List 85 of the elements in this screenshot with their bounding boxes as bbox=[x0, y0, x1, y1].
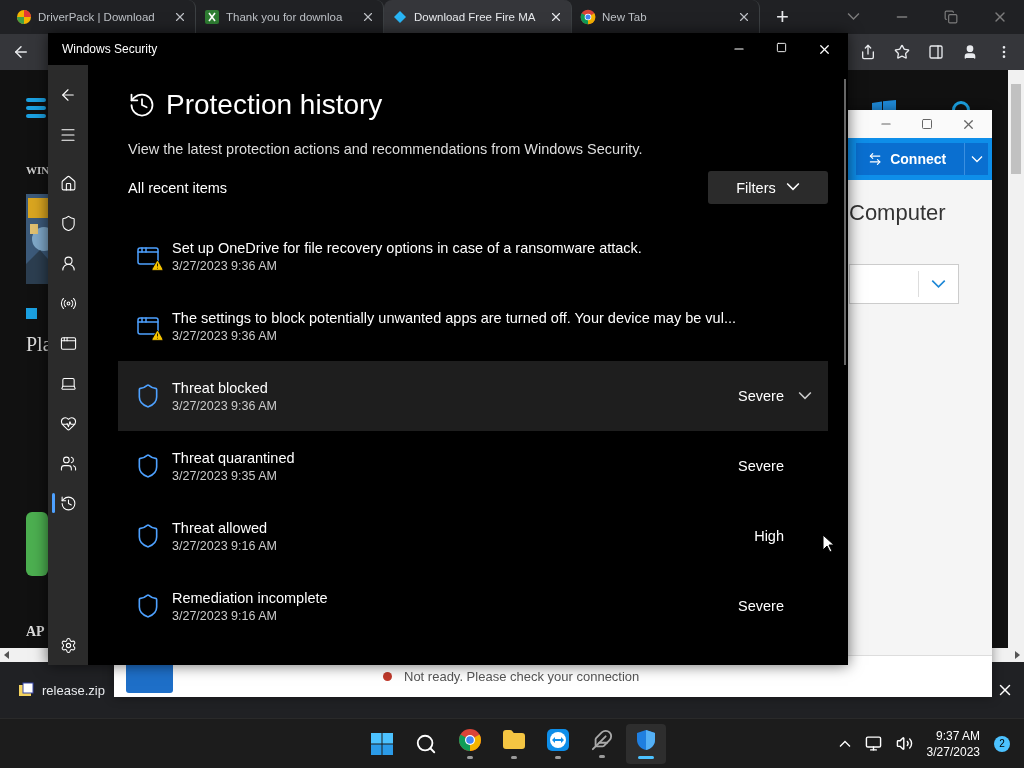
item-time: 3/27/2023 9:16 AM bbox=[172, 538, 278, 553]
item-time: 3/27/2023 9:36 AM bbox=[172, 328, 278, 343]
chevron-up-icon[interactable] bbox=[838, 740, 851, 747]
filters-button[interactable]: Filters bbox=[708, 171, 828, 204]
item-title: Threat quarantined bbox=[172, 449, 296, 466]
chevron-down-icon[interactable] bbox=[798, 391, 812, 401]
severity-label: Severe bbox=[737, 458, 784, 474]
heart-pulse-icon bbox=[59, 414, 77, 432]
severity-label: High bbox=[753, 528, 784, 544]
clock[interactable]: 9:37 AM 3/27/2023 bbox=[926, 727, 980, 760]
profile-icon[interactable] bbox=[962, 44, 978, 60]
item-title: Remediation incomplete bbox=[172, 589, 329, 606]
cursor-icon bbox=[822, 534, 834, 553]
page-description: View the latest protection actions and recommendations from Windows Security. bbox=[128, 141, 644, 157]
close-icon[interactable] bbox=[549, 10, 563, 24]
item-title: Threat allowed bbox=[172, 519, 269, 536]
window-title: Windows Security bbox=[62, 42, 158, 56]
history-icon bbox=[59, 494, 77, 512]
shield-icon bbox=[59, 214, 77, 232]
app-window-icon bbox=[59, 334, 77, 352]
shield-icon bbox=[634, 728, 658, 752]
status-dot bbox=[383, 672, 392, 681]
item-time: 3/27/2023 9:16 AM bbox=[172, 608, 278, 623]
item-title: Threat blocked bbox=[172, 379, 269, 396]
item-title: Set up OneDrive for file recovery options in case of a ransomware attack. bbox=[172, 239, 643, 256]
side-panel-icon[interactable] bbox=[928, 44, 944, 60]
maximize-icon[interactable] bbox=[921, 118, 933, 130]
partner-id-field[interactable] bbox=[849, 264, 959, 304]
history-item[interactable]: Threat quarantined 3/27/2023 9:35 AM Severe bbox=[118, 431, 828, 501]
page-title: Protection history bbox=[166, 89, 383, 121]
chevron-down-icon bbox=[931, 279, 946, 289]
close-icon[interactable] bbox=[737, 10, 751, 24]
download-button[interactable] bbox=[26, 512, 48, 576]
chrome-icon bbox=[458, 728, 482, 752]
menu-icon[interactable] bbox=[26, 98, 46, 118]
close-icon[interactable] bbox=[173, 10, 187, 24]
history-item[interactable]: The settings to block potentially unwanted apps are turned off. Your device may be vul... 3/27/2023 9:36 AM bbox=[118, 291, 828, 361]
people-icon bbox=[59, 454, 77, 472]
star-icon[interactable] bbox=[894, 44, 910, 60]
flag-icon bbox=[26, 308, 37, 319]
notification-badge[interactable]: 2 bbox=[994, 735, 1010, 752]
volume-icon[interactable] bbox=[895, 735, 913, 752]
folder-icon bbox=[502, 728, 526, 752]
taskbar-app[interactable] bbox=[626, 723, 666, 764]
history-item[interactable]: Threat blocked 3/27/2023 9:36 AM Severe bbox=[118, 361, 828, 431]
person-icon bbox=[59, 254, 77, 272]
panel-heading: Computer bbox=[849, 200, 947, 226]
status-text: Not ready. Please check your connection bbox=[404, 669, 640, 684]
zip-file-icon bbox=[18, 682, 34, 698]
diamond-icon bbox=[392, 9, 408, 25]
back-icon[interactable] bbox=[59, 86, 77, 104]
back-icon[interactable] bbox=[12, 43, 30, 61]
windows-logo-icon bbox=[370, 731, 394, 756]
close-icon[interactable] bbox=[361, 10, 375, 24]
feather-icon bbox=[591, 729, 613, 751]
spreadsheet-icon bbox=[204, 9, 220, 25]
history-item[interactable]: Threat allowed 3/27/2023 9:16 AM High bbox=[118, 501, 828, 571]
chevron-down-icon bbox=[970, 155, 983, 163]
menu-icon[interactable] bbox=[59, 126, 77, 144]
item-time: 3/27/2023 9:36 AM bbox=[172, 398, 278, 413]
new-tab-button[interactable]: + bbox=[770, 4, 795, 30]
browser-tab[interactable]: Download Free Fire MA bbox=[384, 0, 572, 34]
restore-icon[interactable] bbox=[944, 10, 958, 24]
driverpack-icon bbox=[16, 9, 32, 25]
share-icon[interactable] bbox=[860, 44, 876, 60]
severity-label: Severe bbox=[737, 598, 784, 614]
arrows-icon bbox=[868, 150, 883, 168]
chevron-down-icon bbox=[785, 183, 800, 192]
home-icon bbox=[59, 174, 77, 192]
settings-icon[interactable] bbox=[59, 636, 77, 654]
history-item[interactable]: Remediation incomplete 3/27/2023 9:16 AM Severe bbox=[118, 571, 828, 641]
connect-button[interactable]: Connect bbox=[856, 143, 988, 175]
chrome-icon bbox=[580, 9, 596, 25]
download-item[interactable]: release.zip bbox=[18, 662, 105, 718]
page-subheading: AP bbox=[26, 624, 46, 640]
section-label: WIN bbox=[26, 164, 51, 176]
item-title: The settings to block potentially unwanted apps are turned off. Your device may be vul... bbox=[172, 309, 737, 326]
item-time: 3/27/2023 9:36 AM bbox=[172, 258, 278, 273]
history-icon bbox=[128, 91, 156, 119]
history-item[interactable]: Set up OneDrive for file recovery options in case of a ransomware attack. 3/27/2023 9:36 AM bbox=[118, 221, 828, 291]
scrollbar[interactable] bbox=[1008, 70, 1024, 648]
section-label: All recent items bbox=[128, 179, 228, 196]
network-icon[interactable] bbox=[864, 735, 882, 752]
severity-label: Severe bbox=[737, 388, 784, 404]
item-time: 3/27/2023 9:35 AM bbox=[172, 468, 278, 483]
